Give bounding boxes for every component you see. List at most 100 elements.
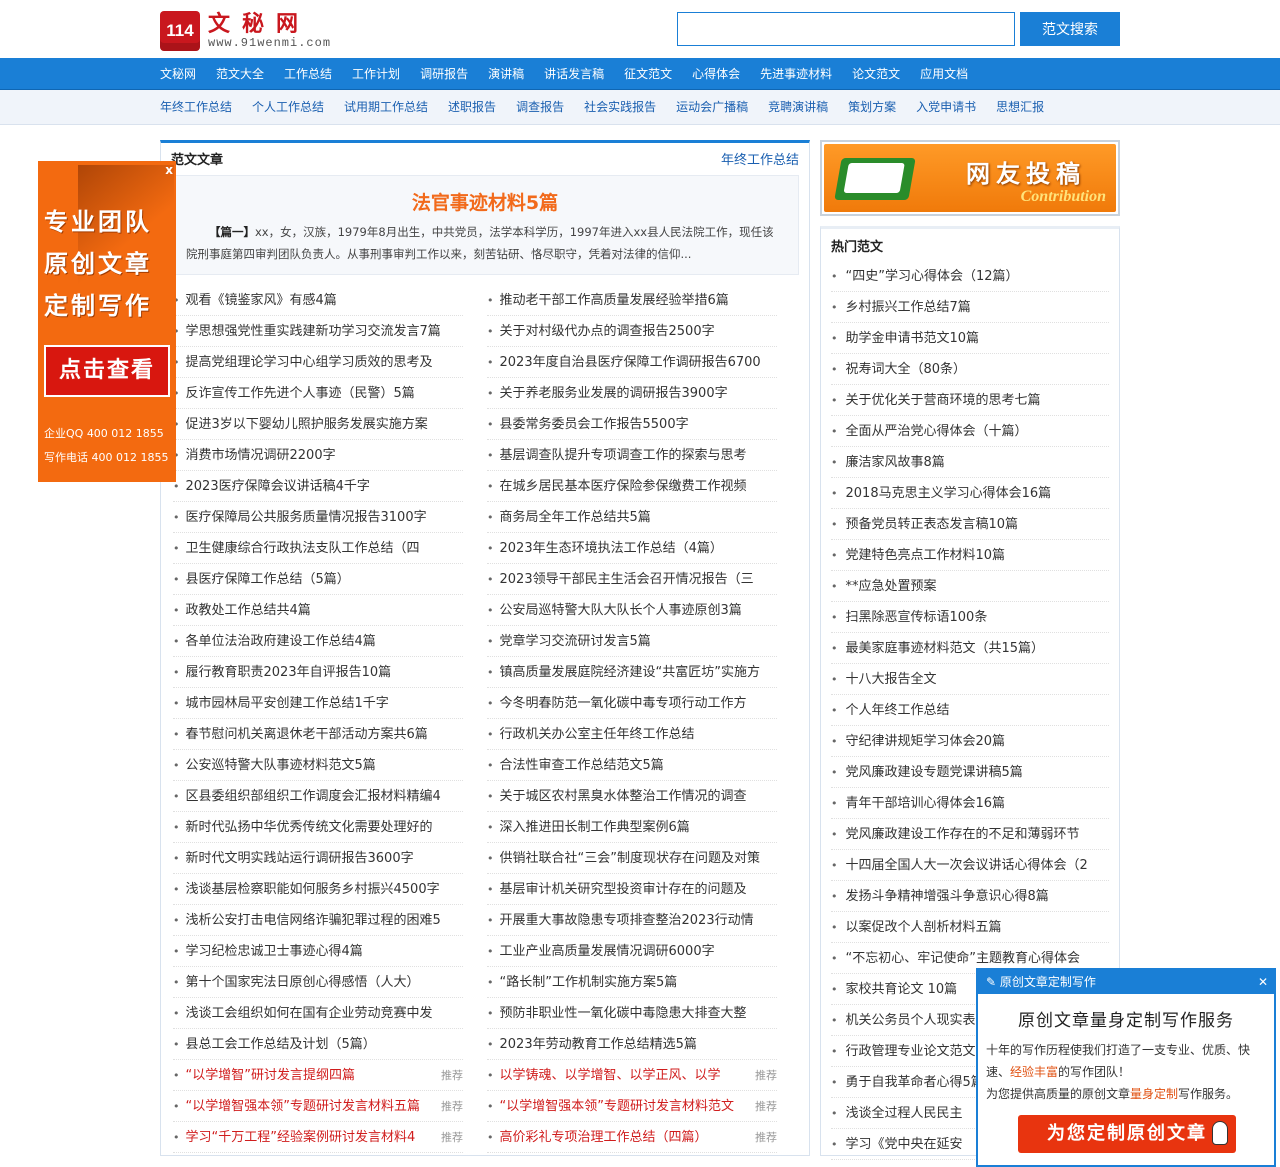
article-link[interactable]: 2023年劳动教育工作总结精选5篇 xyxy=(500,1029,778,1059)
list-item[interactable]: 2023年生态环境执法工作总结（4篇） xyxy=(487,533,777,564)
list-item[interactable]: 促进3岁以下婴幼儿照护服务发展实施方案 xyxy=(173,409,463,440)
article-link[interactable]: “以学增智强本领”专题研讨发言材料五篇 xyxy=(186,1091,438,1121)
list-item[interactable]: 预防非职业性一氧化碳中毒隐患大排查大整 xyxy=(487,998,777,1029)
article-link[interactable]: 浅谈基层检察职能如何服务乡村振兴4500字 xyxy=(186,874,464,904)
contribute-banner[interactable]: 网友投稿 Contribution xyxy=(820,140,1120,216)
list-item[interactable]: 各单位法治政府建设工作总结4篇 xyxy=(173,626,463,657)
hot-item[interactable]: 发扬斗争精神增强斗争意识心得8篇 xyxy=(831,881,1109,912)
list-item[interactable]: 关于对村级代办点的调查报告2500字 xyxy=(487,316,777,347)
nav-item[interactable]: 论文范文 xyxy=(852,58,900,90)
nav-item[interactable]: 范文大全 xyxy=(216,58,264,90)
list-item-recommended[interactable]: “以学增智强本领”专题研讨发言材料五篇推荐 xyxy=(173,1091,463,1122)
nav-item[interactable]: 先进事迹材料 xyxy=(760,58,832,90)
list-item[interactable]: 合法性审查工作总结范文5篇 xyxy=(487,750,777,781)
hot-item[interactable]: 个人年终工作总结 xyxy=(831,695,1109,726)
article-link[interactable]: 党章学习交流研讨发言5篇 xyxy=(500,626,778,656)
article-link[interactable]: 公安巡特警大队事迹材料范文5篇 xyxy=(186,750,464,780)
article-link[interactable]: 2023医疗保障会议讲话稿4千字 xyxy=(186,471,464,501)
list-item[interactable]: “路长制”工作机制实施方案5篇 xyxy=(487,967,777,998)
article-link[interactable]: 工业产业高质量发展情况调研6000字 xyxy=(500,936,778,966)
article-link[interactable]: 春节慰问机关离退休老干部活动方案共6篇 xyxy=(186,719,464,749)
list-item[interactable]: 行政机关办公室主任年终工作总结 xyxy=(487,719,777,750)
subnav-item[interactable]: 试用期工作总结 xyxy=(344,90,428,125)
list-item[interactable]: 消费市场情况调研2200字 xyxy=(173,440,463,471)
article-link[interactable]: “以学增智强本领”专题研讨发言材料范文 xyxy=(500,1091,752,1121)
list-item[interactable]: 公安局巡特警大队大队长个人事迹原创3篇 xyxy=(487,595,777,626)
hot-item[interactable]: **应急处置预案 xyxy=(831,571,1109,602)
list-item[interactable]: 区县委组织部组织工作调度会汇报材料精编4 xyxy=(173,781,463,812)
list-item[interactable]: 观看《镜鉴家风》有感4篇 xyxy=(173,285,463,316)
nav-item[interactable]: 调研报告 xyxy=(420,58,468,90)
list-item[interactable]: 反诈宣传工作先进个人事迹（民警）5篇 xyxy=(173,378,463,409)
article-link[interactable]: 基层调查队提升专项调查工作的探索与思考 xyxy=(500,440,778,470)
article-link[interactable]: 新时代文明实践站运行调研报告3600字 xyxy=(186,843,464,873)
article-link[interactable]: 关于城区农村黑臭水体整治工作情况的调查 xyxy=(500,781,778,811)
article-link[interactable]: 履行教育职责2023年自评报告10篇 xyxy=(186,657,464,687)
list-item[interactable]: 2023年劳动教育工作总结精选5篇 xyxy=(487,1029,777,1060)
article-link[interactable]: 在城乡居民基本医疗保险参保缴费工作视频 xyxy=(500,471,778,501)
hot-item[interactable]: 党风廉政建设专题党课讲稿5篇 xyxy=(831,757,1109,788)
list-item[interactable]: 县委常务委员会工作报告5500字 xyxy=(487,409,777,440)
nav-item[interactable]: 工作总结 xyxy=(284,58,332,90)
article-link[interactable]: 县委常务委员会工作报告5500字 xyxy=(500,409,778,439)
nav-item[interactable]: 文秘网 xyxy=(160,58,196,90)
list-item-recommended[interactable]: 学习“千万工程”经验案例研讨发言材料4推荐 xyxy=(173,1122,463,1153)
subnav-item[interactable]: 竞聘演讲稿 xyxy=(768,90,828,125)
article-link[interactable]: 以学铸魂、以学增智、以学正风、以学 xyxy=(500,1060,752,1090)
article-link[interactable]: 政教处工作总结共4篇 xyxy=(186,595,464,625)
nav-item[interactable]: 讲话发言稿 xyxy=(544,58,604,90)
list-item[interactable]: 今冬明春防范一氧化碳中毒专项行动工作方 xyxy=(487,688,777,719)
list-item[interactable]: 工业产业高质量发展情况调研6000字 xyxy=(487,936,777,967)
list-item[interactable]: 关于养老服务业发展的调研报告3900字 xyxy=(487,378,777,409)
list-item[interactable]: 党章学习交流研讨发言5篇 xyxy=(487,626,777,657)
list-item[interactable]: 基层审计机关研究型投资审计存在的问题及 xyxy=(487,874,777,905)
article-link[interactable]: 观看《镜鉴家风》有感4篇 xyxy=(186,285,464,315)
list-item[interactable]: 新时代文明实践站运行调研报告3600字 xyxy=(173,843,463,874)
article-link[interactable]: 县总工会工作总结及计划（5篇） xyxy=(186,1029,464,1059)
article-link[interactable]: 促进3岁以下婴幼儿照护服务发展实施方案 xyxy=(186,409,464,439)
article-link[interactable]: 预防非职业性一氧化碳中毒隐患大排查大整 xyxy=(500,998,778,1028)
article-link[interactable]: 提高党组理论学习中心组学习质效的思考及 xyxy=(186,347,464,377)
nav-item[interactable]: 心得体会 xyxy=(692,58,740,90)
hot-item[interactable]: 党风廉政建设工作存在的不足和薄弱环节 xyxy=(831,819,1109,850)
list-item[interactable]: 2023医疗保障会议讲话稿4千字 xyxy=(173,471,463,502)
subnav-item[interactable]: 调查报告 xyxy=(516,90,564,125)
list-item[interactable]: 供销社联合社“三会”制度现状存在问题及对策 xyxy=(487,843,777,874)
list-item[interactable]: 基层调查队提升专项调查工作的探索与思考 xyxy=(487,440,777,471)
hot-item[interactable]: 青年干部培训心得体会16篇 xyxy=(831,788,1109,819)
article-link[interactable]: 浅析公安打击电信网络诈骗犯罪过程的困难5 xyxy=(186,905,464,935)
list-item[interactable]: 开展重大事故隐患专项排查整治2023行动情 xyxy=(487,905,777,936)
hot-item[interactable]: 乡村振兴工作总结7篇 xyxy=(831,292,1109,323)
nav-item[interactable]: 征文范文 xyxy=(624,58,672,90)
subnav-item[interactable]: 策划方案 xyxy=(848,90,896,125)
hot-item[interactable]: 扫黑除恶宣传标语100条 xyxy=(831,602,1109,633)
site-logo[interactable]: 114 文秘网 www.91wenmi.com xyxy=(160,11,331,51)
article-link[interactable]: 反诈宣传工作先进个人事迹（民警）5篇 xyxy=(186,378,464,408)
list-item[interactable]: 县医疗保障工作总结（5篇） xyxy=(173,564,463,595)
article-link[interactable]: 学习“千万工程”经验案例研讨发言材料4 xyxy=(186,1122,438,1152)
close-icon[interactable]: x xyxy=(165,163,173,177)
list-item-recommended[interactable]: 以学铸魂、以学增智、以学正风、以学推荐 xyxy=(487,1060,777,1091)
article-link[interactable]: 新时代弘扬中华优秀传统文化需要处理好的 xyxy=(186,812,464,842)
hot-item[interactable]: 以案促改个人剖析材料五篇 xyxy=(831,912,1109,943)
article-link[interactable]: “路长制”工作机制实施方案5篇 xyxy=(500,967,778,997)
article-link[interactable]: 今冬明春防范一氧化碳中毒专项行动工作方 xyxy=(500,688,778,718)
list-item[interactable]: 卫生健康综合行政执法支队工作总结（四 xyxy=(173,533,463,564)
hot-item[interactable]: 助学金申请书范文10篇 xyxy=(831,323,1109,354)
nav-item[interactable]: 工作计划 xyxy=(352,58,400,90)
close-icon[interactable]: ✕ xyxy=(1252,970,1274,994)
ad-qq[interactable]: 企业QQ 400 012 1855 xyxy=(44,425,164,441)
ad-view-button[interactable]: 点击查看 xyxy=(44,345,170,397)
list-item[interactable]: 履行教育职责2023年自评报告10篇 xyxy=(173,657,463,688)
article-link[interactable]: 开展重大事故隐患专项排查整治2023行动情 xyxy=(500,905,778,935)
list-item-recommended[interactable]: “以学增智”研讨发言提纲四篇推荐 xyxy=(173,1060,463,1091)
article-link[interactable]: 合法性审查工作总结范文5篇 xyxy=(500,750,778,780)
list-item[interactable]: 在城乡居民基本医疗保险参保缴费工作视频 xyxy=(487,471,777,502)
article-link[interactable]: 基层审计机关研究型投资审计存在的问题及 xyxy=(500,874,778,904)
article-link[interactable]: 各单位法治政府建设工作总结4篇 xyxy=(186,626,464,656)
article-link[interactable]: 2023年生态环境执法工作总结（4篇） xyxy=(500,533,778,563)
article-link[interactable]: 供销社联合社“三会”制度现状存在问题及对策 xyxy=(500,843,778,873)
list-item[interactable]: 城市园林局平安创建工作总结1千字 xyxy=(173,688,463,719)
article-link[interactable]: 2023领导干部民主生活会召开情况报告（三 xyxy=(500,564,778,594)
hot-item[interactable]: 十八大报告全文 xyxy=(831,664,1109,695)
